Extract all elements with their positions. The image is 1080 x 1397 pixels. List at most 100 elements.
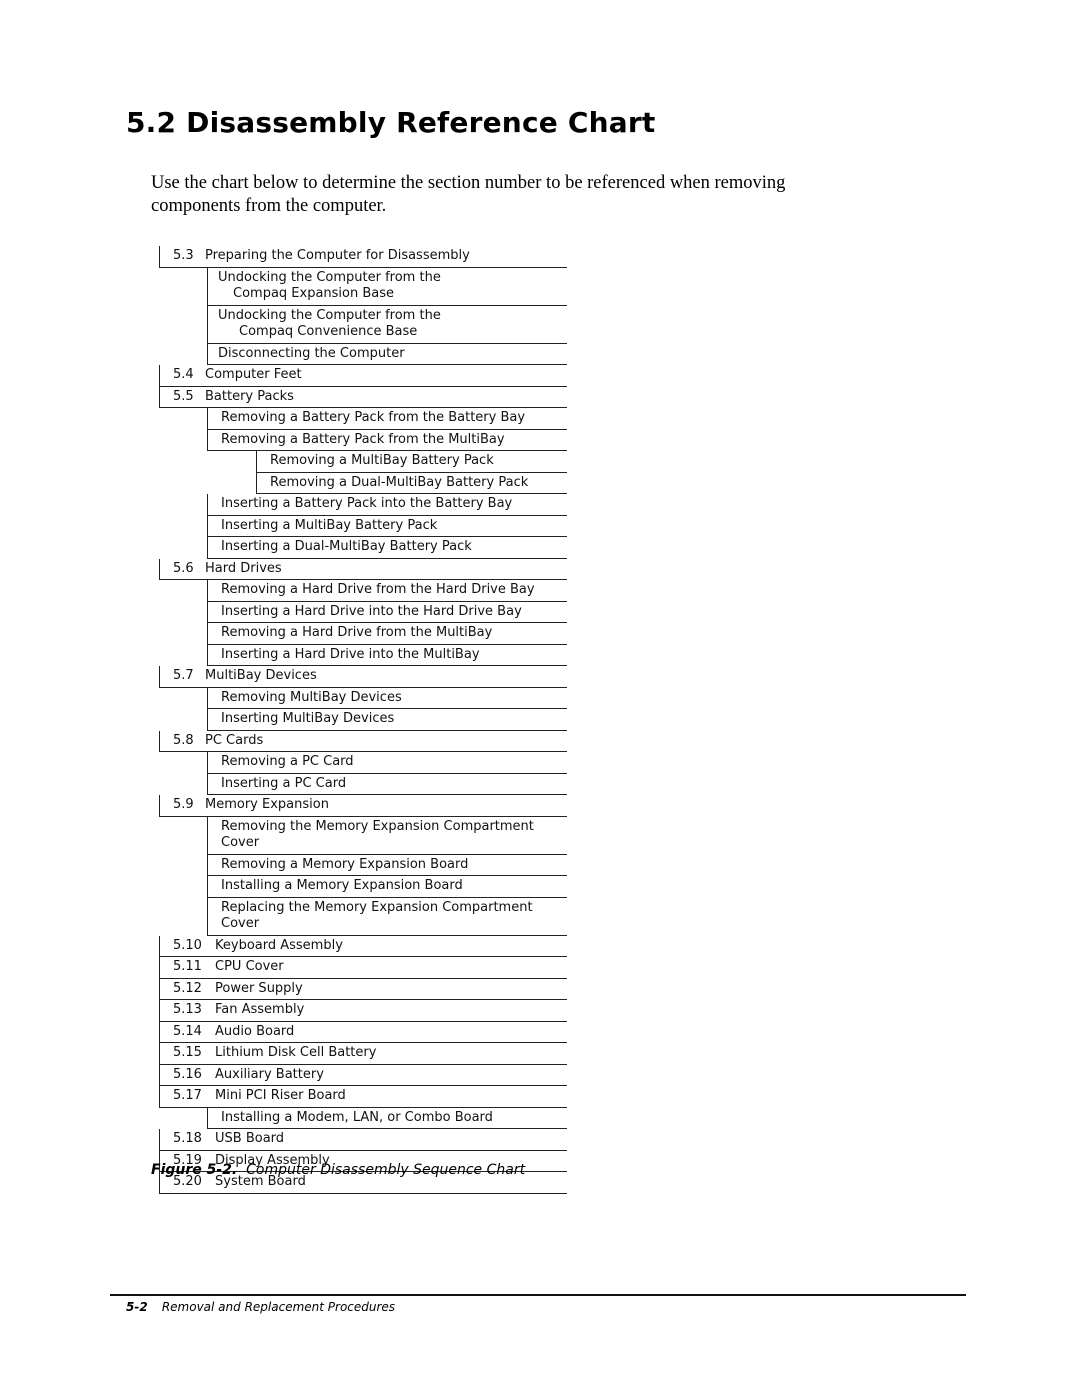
section-title: Memory Expansion (205, 797, 329, 812)
chart-subsection-row: Removing a Hard Drive from the MultiBay (207, 623, 567, 645)
chart-subsection-row: Installing a Memory Expansion Board (207, 876, 567, 898)
section-title: Fan Assembly (215, 1002, 305, 1017)
chart-subsection-row: Inserting a Battery Pack into the Batter… (207, 494, 567, 516)
footer-section-title: Removal and Replacement Procedures (161, 1300, 396, 1314)
section-number: 5.6 (173, 560, 194, 576)
chart-subsection-row: Removing a Hard Drive from the Hard Driv… (207, 580, 567, 602)
section-title: Removing the Memory Expansion Compartmen… (221, 818, 534, 834)
section-title: Inserting a Battery Pack into the Batter… (221, 496, 513, 511)
chart-section-row: 5.12 Power Supply (159, 978, 567, 1000)
section-title: Keyboard Assembly (215, 937, 343, 953)
section-title: Removing a Memory Expansion Board (221, 856, 469, 872)
chart-subsection-row: Removing the Memory Expansion Compartmen… (207, 816, 567, 855)
page-number: 5-2 (126, 1300, 148, 1314)
section-title: Hard Drives (205, 560, 282, 576)
chart-subsection-row: Removing a PC Card (207, 752, 567, 774)
section-title: MultiBay Devices (205, 668, 317, 683)
section-title: Inserting a Dual-MultiBay Battery Pack (221, 539, 472, 554)
section-title-continued: Compaq Expansion Base (233, 286, 395, 301)
section-heading: 5.2 Disassembly Reference Chart (126, 106, 656, 139)
section-number: 5.15 (173, 1045, 202, 1060)
figure-caption: Figure 5-2. Computer Disassembly Sequenc… (151, 1162, 525, 1178)
chart-subsection-row: Undocking the Computer from the Compaq Ex… (207, 267, 567, 306)
figure-title: Computer Disassembly Sequence Chart (246, 1162, 526, 1178)
chart-subsection-row: Disconnecting the Computer (207, 343, 567, 365)
section-title: Inserting a PC Card (221, 775, 347, 791)
section-title: Undocking the Computer from the (218, 307, 441, 323)
section-title: Inserting MultiBay Devices (221, 711, 395, 726)
section-title: USB Board (215, 1131, 285, 1146)
chart-subsection-row: Removing MultiBay Devices (207, 687, 567, 709)
chart-subsection-row: Inserting MultiBay Devices (207, 709, 567, 731)
section-number: 5.17 (173, 1088, 202, 1103)
section-title: Undocking the Computer from the (218, 269, 441, 285)
chart-section-row: 5.16 Auxiliary Battery (159, 1064, 567, 1086)
section-title: Removing a Dual-MultiBay Battery Pack (270, 474, 529, 490)
section-title: Removing a PC Card (221, 754, 354, 769)
section-number: 5.12 (173, 980, 202, 996)
section-number: 5.3 (173, 248, 194, 263)
chart-section-row: 5.9 Memory Expansion (159, 795, 567, 817)
section-number: 5.14 (173, 1023, 202, 1039)
section-title: Auxiliary Battery (215, 1066, 324, 1082)
section-title: Removing a MultiBay Battery Pack (270, 453, 494, 468)
chart-subsubsection-row: Removing a Dual-MultiBay Battery Pack (256, 472, 567, 494)
section-title: Mini PCI Riser Board (215, 1088, 346, 1103)
section-title: Replacing the Memory Expansion Compartme… (221, 899, 533, 915)
section-number: 5.7 (173, 668, 194, 683)
chart-section-row: 5.11 CPU Cover (159, 957, 567, 979)
chart-subsubsection-row: Removing a MultiBay Battery Pack (256, 451, 567, 473)
footer-rule (110, 1294, 966, 1296)
chart-section-row: 5.4 Computer Feet (159, 365, 567, 387)
section-number: 5.10 (173, 937, 202, 953)
chart-subsection-row: Replacing the Memory Expansion Compartme… (207, 897, 567, 936)
chart-section-row: 5.8 PC Cards (159, 730, 567, 752)
section-title: Removing a Battery Pack from the MultiBa… (221, 431, 505, 447)
section-title: Lithium Disk Cell Battery (215, 1045, 377, 1060)
chart-subsection-row: Installing a Modem, LAN, or Combo Board (207, 1107, 567, 1129)
section-title: Installing a Memory Expansion Board (221, 878, 463, 893)
section-title: Disconnecting the Computer (218, 345, 405, 361)
section-number: 5.5 (173, 388, 194, 404)
section-number: 5.11 (173, 959, 202, 974)
intro-paragraph: Use the chart below to determine the sec… (151, 173, 786, 216)
chart-section-row: 5.5 Battery Packs (159, 386, 567, 408)
section-title: Removing a Battery Pack from the Battery… (221, 410, 526, 425)
chart-section-row: 5.14 Audio Board (159, 1021, 567, 1043)
chart-subsection-row: Inserting a MultiBay Battery Pack (207, 515, 567, 537)
section-number: 5.9 (173, 797, 194, 812)
section-title: Inserting a MultiBay Battery Pack (221, 517, 438, 533)
section-title-continued: Cover (221, 916, 260, 931)
chart-subsection-row: Inserting a PC Card (207, 773, 567, 795)
section-title-continued: Compaq Convenience Base (239, 324, 418, 339)
section-title: Removing a Hard Drive from the MultiBay (221, 625, 493, 640)
chart-section-row: 5.10 Keyboard Assembly (159, 935, 567, 957)
section-title: Removing MultiBay Devices (221, 689, 402, 705)
section-number: 5.18 (173, 1131, 202, 1146)
section-number: 5.4 (173, 367, 194, 382)
section-title: Audio Board (215, 1023, 295, 1039)
section-title: Installing a Modem, LAN, or Combo Board (221, 1109, 493, 1125)
figure-label: Figure 5-2. (151, 1162, 238, 1178)
section-title: Battery Packs (205, 388, 294, 404)
chart-section-row: 5.3 Preparing the Computer for Disassembl… (159, 246, 567, 268)
disassembly-sequence-chart: 5.3 Preparing the Computer for Disassembl… (159, 246, 567, 1194)
chart-subsection-row: Undocking the Computer from the Compaq Co… (207, 305, 567, 344)
chart-subsection-row: Removing a Battery Pack from the Battery… (207, 408, 567, 430)
section-title: Computer Feet (205, 367, 302, 382)
chart-section-row: 5.13 Fan Assembly (159, 1000, 567, 1022)
section-title: Removing a Hard Drive from the Hard Driv… (221, 582, 535, 597)
chart-subsection-row: Inserting a Hard Drive into the MultiBay (207, 644, 567, 666)
chart-section-row: 5.17 Mini PCI Riser Board (159, 1086, 567, 1108)
section-number: 5.8 (173, 732, 194, 748)
section-title: Preparing the Computer for Disassembly (205, 248, 470, 263)
chart-subsection-row: Inserting a Hard Drive into the Hard Dri… (207, 601, 567, 623)
section-title: Inserting a Hard Drive into the MultiBay (221, 646, 480, 662)
chart-subsection-row: Removing a Battery Pack from the MultiBa… (207, 429, 567, 451)
section-number: 5.16 (173, 1066, 202, 1082)
section-title-continued: Cover (221, 835, 260, 850)
page-footer: 5-2 Removal and Replacement Procedures (126, 1300, 395, 1314)
chart-section-row: 5.7 MultiBay Devices (159, 666, 567, 688)
section-number: 5.13 (173, 1002, 202, 1017)
chart-section-row: 5.18 USB Board (159, 1129, 567, 1151)
